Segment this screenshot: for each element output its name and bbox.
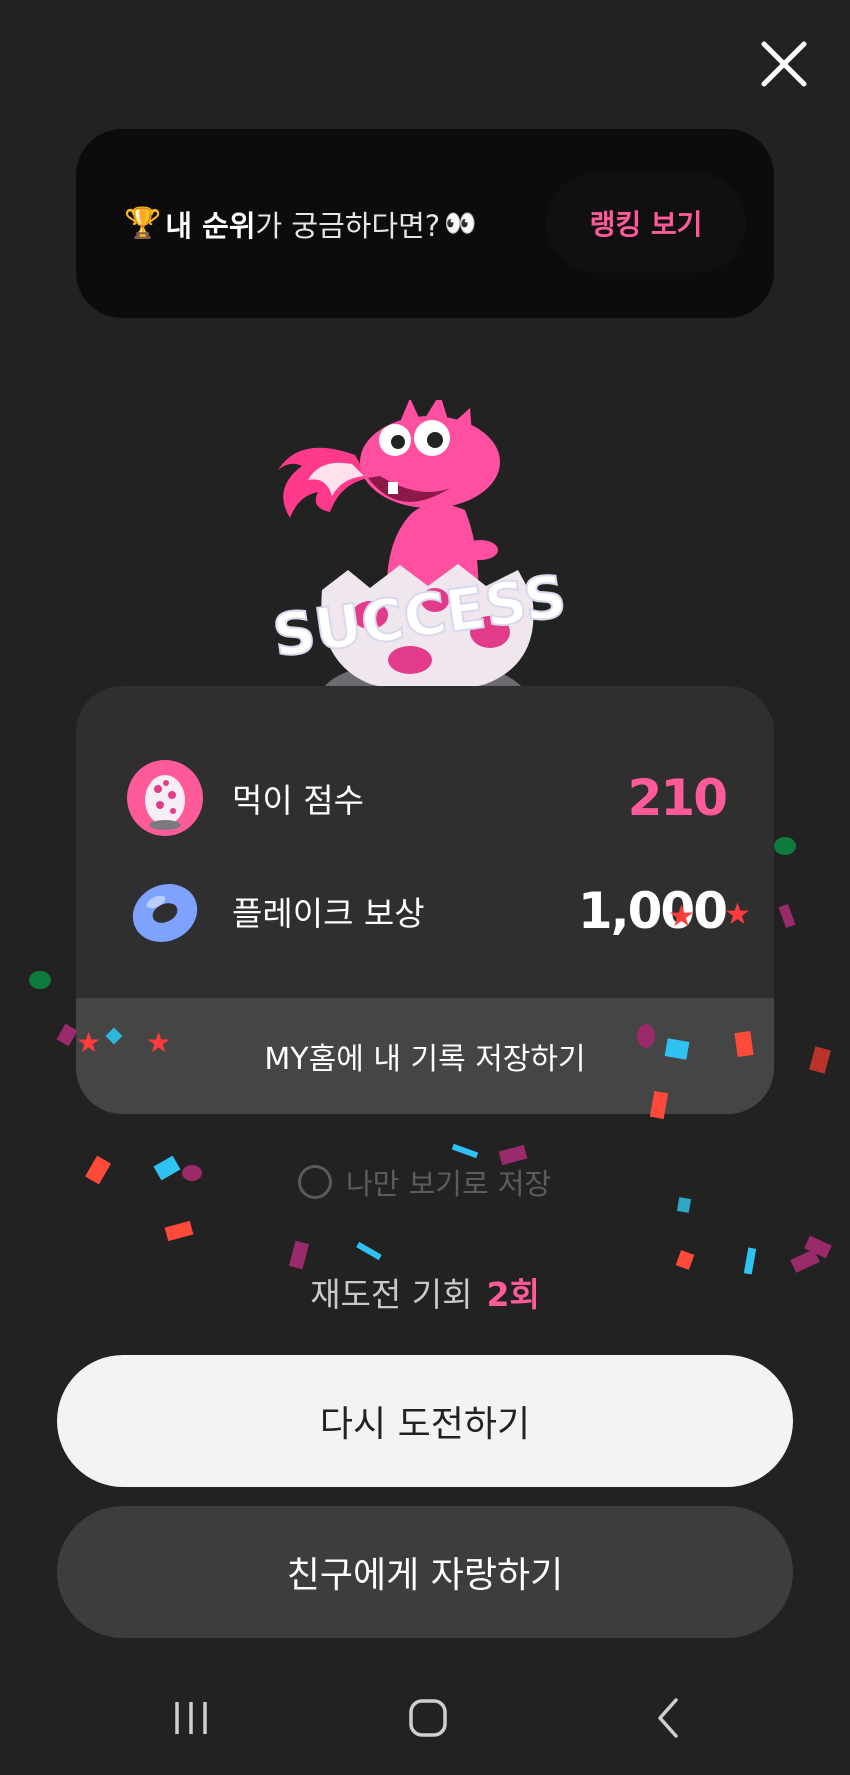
egg-icon [126, 759, 204, 837]
home-button[interactable] [368, 1660, 488, 1775]
fire-breath [278, 447, 368, 518]
system-nav-bar [0, 1660, 850, 1775]
back-icon [658, 1697, 678, 1738]
rank-prompt-text: 가 궁금하다면? [255, 208, 441, 243]
result-card: 먹이 점수 210 플레이크 보상 1,000 MY홈에 내 기록 저장하기 [76, 686, 774, 1114]
score-label: 먹이 점수 [232, 781, 364, 820]
rank-banner: 🏆 내 순위 가 궁금하다면? 👀 랭킹 보기 [76, 129, 774, 318]
private-save-radio[interactable] [298, 1165, 332, 1199]
score-value: 210 [627, 769, 728, 827]
share-with-friends-button[interactable]: 친구에게 자랑하기 [57, 1506, 793, 1638]
retry-chances: 재도전 기회 2회 [0, 1268, 850, 1316]
rank-prompt: 🏆 내 순위 가 궁금하다면? 👀 [124, 129, 477, 318]
reward-row: 플레이크 보상 1,000 [126, 871, 728, 951]
reward-value: 1,000 [577, 882, 728, 940]
eyes-icon: 👀 [444, 208, 477, 239]
recent-apps-icon [175, 1701, 207, 1734]
rank-highlight-text: 내 순위 [165, 208, 256, 243]
save-to-my-home-button[interactable]: MY홈에 내 기록 저장하기 [76, 998, 774, 1114]
view-ranking-button[interactable]: 랭킹 보기 [546, 173, 746, 273]
close-button[interactable] [758, 38, 810, 90]
recent-apps-button[interactable] [131, 1660, 251, 1775]
retry-count: 2회 [486, 1275, 540, 1314]
home-icon [409, 1698, 447, 1737]
back-button[interactable] [608, 1660, 728, 1775]
private-save-label: 나만 보기로 저장 [346, 1167, 552, 1201]
donut-icon [126, 872, 204, 950]
retry-label: 재도전 기회 [310, 1275, 473, 1314]
private-save-option[interactable]: 나만 보기로 저장 [298, 1162, 551, 1202]
retry-button[interactable]: 다시 도전하기 [57, 1355, 793, 1487]
trophy-icon: 🏆 [124, 206, 162, 241]
reward-label: 플레이크 보상 [232, 894, 425, 933]
score-row: 먹이 점수 210 [126, 758, 728, 838]
close-icon [761, 41, 807, 87]
